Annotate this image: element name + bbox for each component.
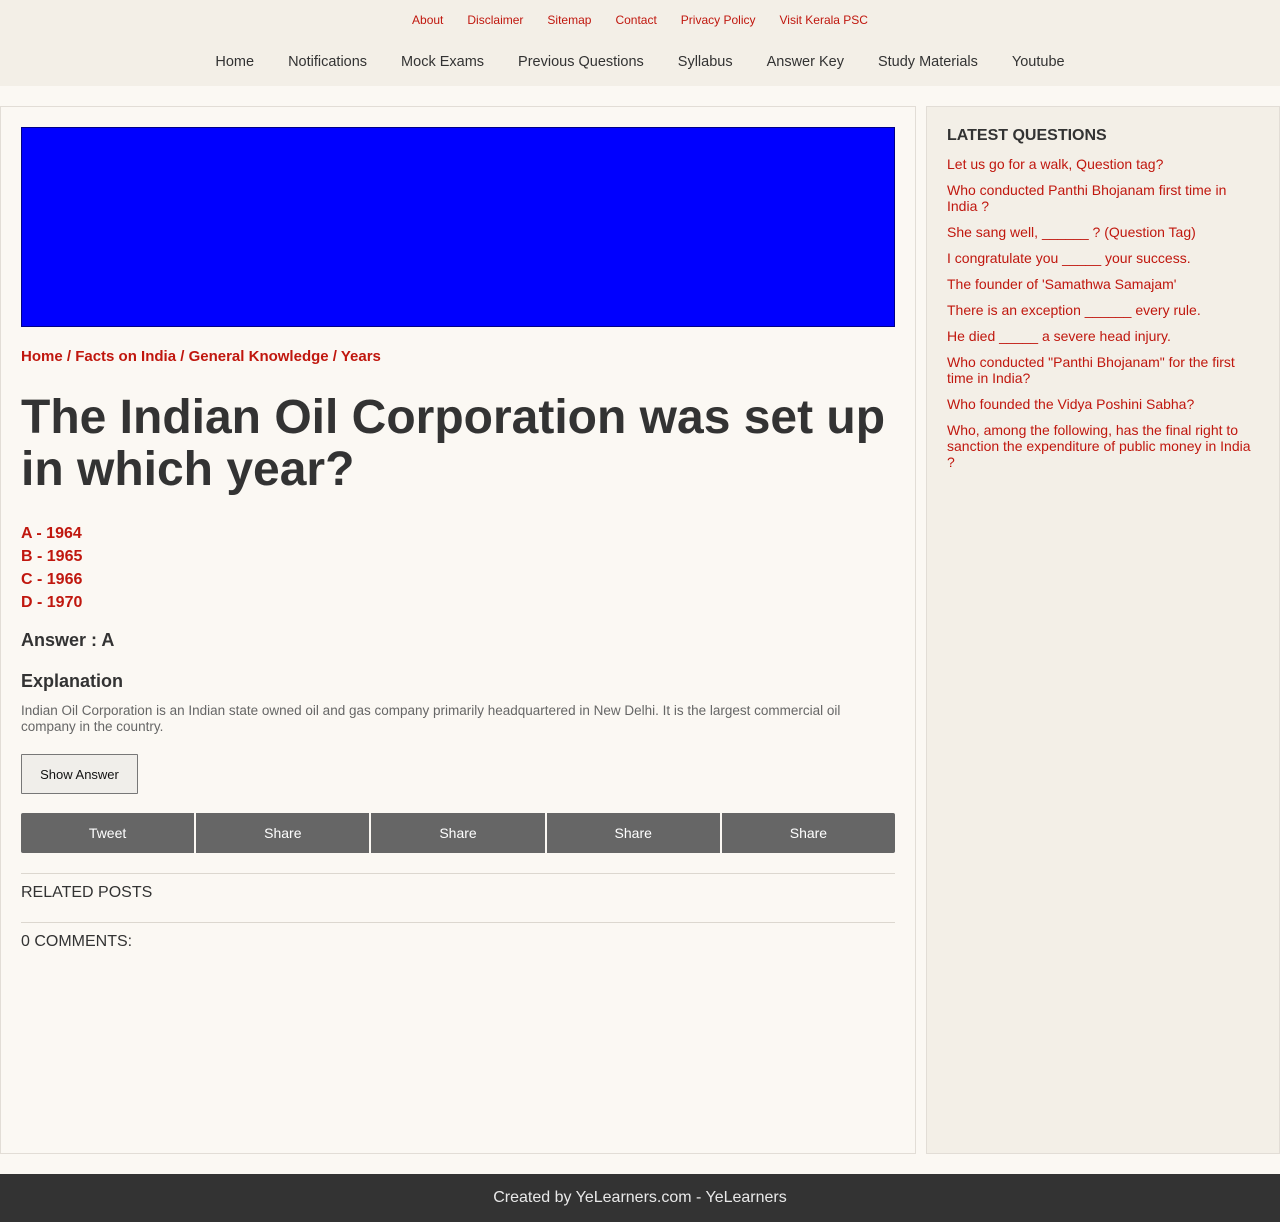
latest-questions-heading: LATEST QUESTIONS xyxy=(947,127,1107,144)
breadcrumb-separator: / xyxy=(176,348,189,365)
related-posts-heading: RELATED POSTS xyxy=(21,884,153,901)
explanation-text: Indian Oil Corporation is an Indian stat… xyxy=(21,703,841,734)
answer-options: A - 1964 B - 1965 C - 1966 D - 1970 xyxy=(21,522,82,614)
top-links-nav: About Disclaimer Sitemap Contact Privacy… xyxy=(0,13,1280,27)
question-title: The Indian Oil Corporation was set up in… xyxy=(21,391,886,496)
tweet-button[interactable]: Tweet xyxy=(21,813,195,853)
site-footer: Created by YeLearners.com - YeLearners xyxy=(0,1174,1280,1222)
nav-mock-exams[interactable]: Mock Exams xyxy=(401,54,484,70)
nav-previous-questions[interactable]: Previous Questions xyxy=(518,54,644,70)
share-button[interactable]: Share xyxy=(196,813,370,853)
latest-question-link[interactable]: I congratulate you _____ your success. xyxy=(947,250,1257,266)
nav-answer-key[interactable]: Answer Key xyxy=(767,54,844,70)
latest-question-link[interactable]: The founder of 'Samathwa Samajam' xyxy=(947,276,1257,292)
nav-study-materials[interactable]: Study Materials xyxy=(878,54,978,70)
latest-question-link[interactable]: Who conducted "Panthi Bhojanam" for the … xyxy=(947,354,1257,386)
show-answer-button[interactable]: Show Answer xyxy=(21,754,138,794)
latest-question-link[interactable]: Who, among the following, has the final … xyxy=(947,422,1257,470)
option-c: C - 1966 xyxy=(21,571,83,588)
latest-question-link[interactable]: Who conducted Panthi Bhojanam first time… xyxy=(947,182,1257,214)
divider xyxy=(21,873,895,874)
breadcrumb-general-knowledge[interactable]: General Knowledge xyxy=(189,348,329,365)
latest-question-link[interactable]: She sang well, ______ ? (Question Tag) xyxy=(947,224,1257,240)
share-bar: Tweet Share Share Share Share xyxy=(21,813,896,853)
divider xyxy=(21,922,895,923)
nav-notifications[interactable]: Notifications xyxy=(288,54,367,70)
nav-home[interactable]: Home xyxy=(215,54,254,70)
breadcrumb-home[interactable]: Home xyxy=(21,348,63,365)
breadcrumb: Home / Facts on India / General Knowledg… xyxy=(21,348,381,365)
latest-questions-list: Let us go for a walk, Question tag? Who … xyxy=(947,156,1257,480)
answer-text: Answer : A xyxy=(21,630,115,650)
option-b: B - 1965 xyxy=(21,548,83,565)
main-content: Home / Facts on India / General Knowledg… xyxy=(0,106,916,1154)
share-button[interactable]: Share xyxy=(721,813,896,853)
top-link-sitemap[interactable]: Sitemap xyxy=(547,13,591,27)
top-link-contact[interactable]: Contact xyxy=(615,13,656,27)
latest-question-link[interactable]: There is an exception ______ every rule. xyxy=(947,302,1257,318)
option-d: D - 1970 xyxy=(21,594,83,611)
site-header: About Disclaimer Sitemap Contact Privacy… xyxy=(0,0,1280,86)
top-link-privacy-policy[interactable]: Privacy Policy xyxy=(681,13,756,27)
top-link-visit-kerala-psc[interactable]: Visit Kerala PSC xyxy=(779,13,867,27)
breadcrumb-separator: / xyxy=(62,348,76,365)
top-link-disclaimer[interactable]: Disclaimer xyxy=(467,13,523,27)
main-nav: Home Notifications Mock Exams Previous Q… xyxy=(0,54,1280,70)
explanation-heading: Explanation xyxy=(21,671,124,691)
footer-credit: Created by YeLearners.com - YeLearners xyxy=(493,1189,787,1206)
latest-question-link[interactable]: Let us go for a walk, Question tag? xyxy=(947,156,1257,172)
latest-question-link[interactable]: He died _____ a severe head injury. xyxy=(947,328,1257,344)
comments-heading: 0 COMMENTS: xyxy=(21,933,133,950)
sidebar: LATEST QUESTIONS Let us go for a walk, Q… xyxy=(926,106,1280,1154)
share-button[interactable]: Share xyxy=(371,813,545,853)
nav-youtube[interactable]: Youtube xyxy=(1012,54,1065,70)
share-button[interactable]: Share xyxy=(546,813,720,853)
breadcrumb-separator: / xyxy=(328,348,341,365)
ad-banner[interactable] xyxy=(21,127,895,327)
breadcrumb-facts-on-india[interactable]: Facts on India xyxy=(75,348,176,365)
option-a: A - 1964 xyxy=(21,525,82,542)
nav-syllabus[interactable]: Syllabus xyxy=(678,54,733,70)
breadcrumb-years[interactable]: Years xyxy=(341,348,381,365)
top-link-about[interactable]: About xyxy=(412,13,443,27)
latest-question-link[interactable]: Who founded the Vidya Poshini Sabha? xyxy=(947,396,1257,412)
